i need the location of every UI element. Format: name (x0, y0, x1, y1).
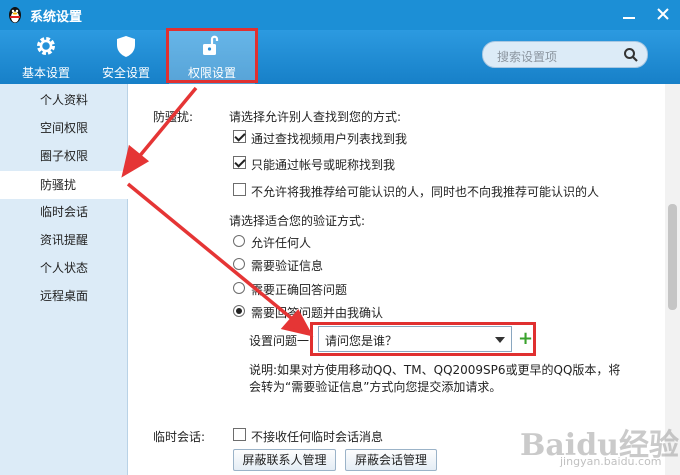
scrollbar-thumb[interactable] (668, 204, 677, 310)
sidebar-item-profile[interactable]: 个人资料 (0, 86, 128, 114)
window-title: 系统设置 (30, 10, 83, 25)
option-label: 不接收任何临时会话消息 (251, 430, 384, 444)
tab-label: 安全设置 (101, 66, 150, 80)
radio-verify-message[interactable] (233, 258, 245, 270)
search-placeholder: 搜索设置项 (497, 50, 558, 64)
sidebar-item-space-permission[interactable]: 空间权限 (0, 114, 128, 142)
title-bar: 系统设置 (0, 0, 680, 30)
shield-icon (117, 36, 135, 57)
watermark-url: jingyan.baidu.com (560, 455, 662, 468)
block-contacts-button[interactable]: 屏蔽联系人管理 (233, 449, 336, 471)
checkbox-no-recommend[interactable] (233, 183, 246, 196)
option-label: 需要回答问题并由我确认 (251, 306, 384, 320)
gear-icon (37, 37, 55, 55)
option-label: 需要正确回答问题 (251, 283, 348, 297)
section-label-temp-session: 临时会话: (153, 430, 206, 444)
tab-basic-settings[interactable]: 基本设置 (8, 30, 84, 84)
qq-penguin-icon (9, 7, 21, 23)
option-label: 只能通过帐号或昵称找到我 (251, 158, 396, 172)
option-label: 通过查找视频用户列表找到我 (251, 132, 408, 146)
checkbox-account-only[interactable] (233, 156, 246, 169)
find-method-prompt: 请选择允许别人查找到您的方式: (229, 110, 402, 124)
section-label-anti-harassment: 防骚扰: (153, 110, 194, 124)
tab-label: 基本设置 (21, 66, 70, 80)
sidebar-item-status[interactable]: 个人状态 (0, 254, 128, 282)
checkbox-video-list[interactable] (233, 130, 246, 143)
highlight-box-question (310, 322, 536, 356)
search-icon[interactable] (623, 47, 639, 63)
sidebar-item-temp-session[interactable]: 临时会话 (0, 198, 128, 226)
verify-method-prompt: 请选择适合您的验证方式: (229, 214, 366, 228)
radio-correct-answer[interactable] (233, 282, 245, 294)
close-icon[interactable] (656, 7, 670, 21)
highlight-box-permission-tab (166, 28, 258, 83)
sidebar-item-remote-desktop[interactable]: 远程桌面 (0, 282, 128, 310)
option-label: 不允许将我推荐给可能认识的人，同时也不向我推荐可能认识的人 (251, 185, 600, 199)
radio-answer-and-confirm[interactable] (233, 305, 245, 317)
sidebar-item-circle-permission[interactable]: 圈子权限 (0, 142, 128, 170)
note-text-line2: 会转为“需要验证信息”方式向您提交添加请求。 (249, 380, 502, 394)
checkbox-reject-temp-session[interactable] (233, 428, 246, 441)
tab-security-settings[interactable]: 安全设置 (88, 30, 164, 84)
note-text-line1: 说明:如果对方使用移动QQ、TM、QQ2009SP6或更早的QQ版本，将 (249, 363, 621, 377)
option-label: 允许任何人 (251, 236, 312, 250)
settings-sidebar: 个人资料 空间权限 圈子权限 防骚扰 临时会话 资讯提醒 个人状态 远程桌面 (0, 84, 128, 475)
option-label: 需要验证信息 (251, 259, 324, 273)
content-scrollbar[interactable] (665, 84, 680, 475)
search-input[interactable]: 搜索设置项 (482, 41, 648, 68)
sidebar-item-anti-harassment[interactable]: 防骚扰 (0, 171, 128, 199)
block-session-button[interactable]: 屏蔽会话管理 (345, 449, 437, 471)
question-label: 设置问题一: (249, 334, 314, 348)
radio-allow-anyone[interactable] (233, 235, 245, 247)
sidebar-item-news-alert[interactable]: 资讯提醒 (0, 226, 128, 254)
minimize-icon[interactable] (622, 8, 636, 22)
